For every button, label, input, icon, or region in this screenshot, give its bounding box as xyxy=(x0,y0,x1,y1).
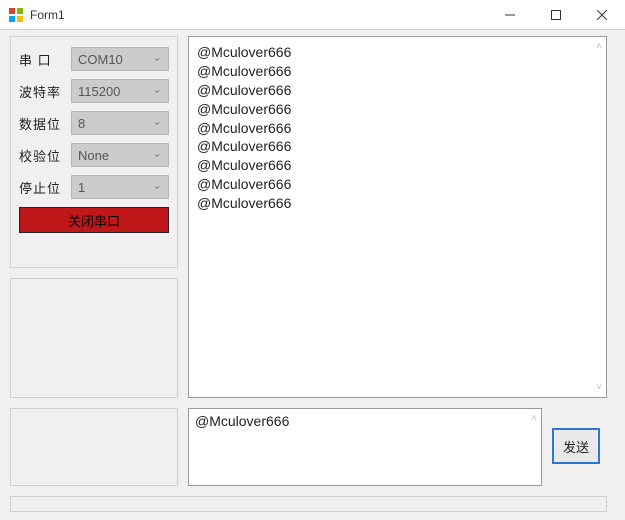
send-textarea[interactable]: ˄ @Mculover666 xyxy=(188,408,542,486)
maximize-button[interactable] xyxy=(533,0,579,29)
label-parity: 校验位 xyxy=(19,146,71,165)
close-button[interactable] xyxy=(579,0,625,29)
status-strip xyxy=(10,496,607,512)
minimize-button[interactable] xyxy=(487,0,533,29)
combo-parity[interactable]: None xyxy=(71,143,169,167)
combo-stopbits[interactable]: 1 xyxy=(71,175,169,199)
app-icon xyxy=(8,7,24,23)
config-row-databits: 数据位 8 xyxy=(19,111,169,135)
config-row-baud: 波特率 115200 xyxy=(19,79,169,103)
send-button[interactable]: 发送 xyxy=(552,428,600,464)
label-port: 串 口 xyxy=(19,50,71,69)
scroll-up-icon: ˄ xyxy=(596,41,602,52)
window-controls xyxy=(487,0,625,29)
label-stopbits: 停止位 xyxy=(19,178,71,197)
receive-textarea[interactable]: ˄ @Mculover666 @Mculover666 @Mculover666… xyxy=(188,36,607,398)
scroll-up-icon: ˄ xyxy=(531,413,537,424)
combo-databits[interactable]: 8 xyxy=(71,111,169,135)
titlebar: Form1 xyxy=(0,0,625,30)
config-row-port: 串 口 COM10 xyxy=(19,47,169,71)
window-title: Form1 xyxy=(30,8,487,22)
left-panel-3 xyxy=(10,408,178,486)
combo-baud[interactable]: 115200 xyxy=(71,79,169,103)
left-panel-2 xyxy=(10,278,178,398)
config-row-stopbits: 停止位 1 xyxy=(19,175,169,199)
label-databits: 数据位 xyxy=(19,114,71,133)
client-area: 串 口 COM10 波特率 115200 数据位 8 校验位 None 停止位 … xyxy=(0,30,625,520)
label-baud: 波特率 xyxy=(19,82,71,101)
receive-content: @Mculover666 @Mculover666 @Mculover666 @… xyxy=(197,43,598,213)
serial-config-panel: 串 口 COM10 波特率 115200 数据位 8 校验位 None 停止位 … xyxy=(10,36,178,268)
config-row-parity: 校验位 None xyxy=(19,143,169,167)
send-text: @Mculover666 xyxy=(195,413,535,429)
scroll-down-icon: ˅ xyxy=(596,382,602,393)
close-port-button[interactable]: 关闭串口 xyxy=(19,207,169,233)
combo-port[interactable]: COM10 xyxy=(71,47,169,71)
